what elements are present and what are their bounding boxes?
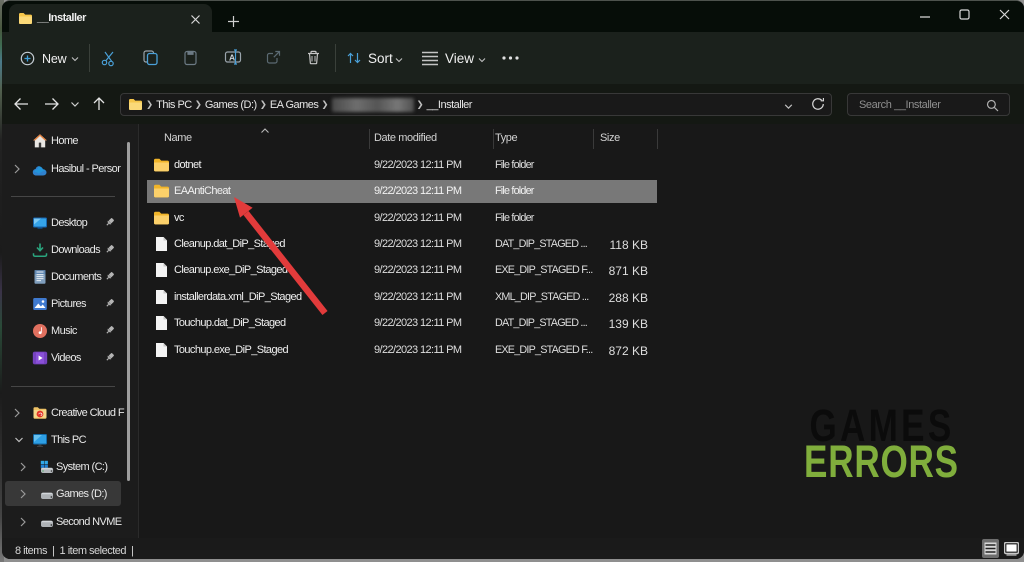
svg-text:A: A bbox=[229, 52, 235, 62]
